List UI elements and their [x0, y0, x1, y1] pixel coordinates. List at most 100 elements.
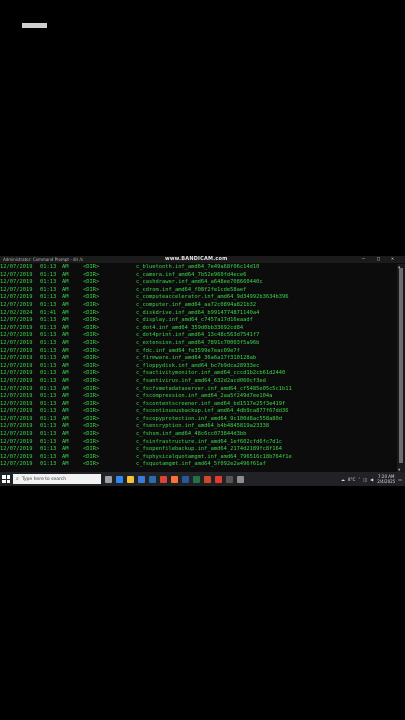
window-title: Administrator: Command Prompt - dir /s	[3, 257, 83, 262]
listing-row: 12/07/2019 01:13 AM <DIR> c_camera.inf_amd64…	[0, 272, 396, 280]
entry-ampm: AM	[62, 362, 69, 369]
entry-ampm: AM	[62, 279, 69, 286]
entry-time: 01:13	[40, 339, 57, 346]
entry-name: c_fsantivirus.inf_amd64_632d2acd060cf3ed	[136, 377, 266, 384]
weather-icon[interactable]: ☁	[341, 477, 345, 482]
entry-ampm: AM	[62, 431, 69, 438]
entry-type: <DIR>	[83, 362, 100, 369]
entry-date: 12/07/2019	[0, 423, 33, 430]
entry-name: c_camera.inf_amd64_7b52e960fd4ece6	[136, 271, 247, 278]
entry-name: c_bluetooth.inf_amd64_7e49a68f06c14d10	[136, 264, 260, 270]
entry-ampm: AM	[62, 286, 69, 293]
entry-time: 01:13	[40, 347, 57, 354]
bandicam-icon[interactable]	[215, 475, 222, 483]
listing-row: 12/07/2019 01:13 AM <DIR> c_fsphysicalquotam…	[0, 454, 396, 462]
entry-type: <DIR>	[83, 324, 100, 331]
entry-ampm: AM	[62, 377, 69, 384]
entry-type: <DIR>	[83, 355, 100, 362]
entry-time: 01:13	[40, 317, 57, 324]
cmd-icon[interactable]	[226, 475, 233, 483]
entry-name: c_computeaccelerator.inf_amd64_9d34992b3…	[136, 294, 289, 301]
task-view-icon[interactable]	[105, 475, 112, 483]
excel-icon[interactable]	[193, 475, 200, 483]
entry-date: 12/07/2019	[0, 301, 33, 308]
entry-name: c_fscfsmetadataserver.inf_amd64_cf5485e0…	[136, 385, 292, 392]
entry-date: 12/07/2019	[0, 377, 33, 384]
entry-name: c_floppydisk.inf_amd64_bc7b9dca28933ec	[136, 362, 260, 369]
listing-row: 12/07/2019 01:13 AM <DIR> c_fsquotamgmt.inf_…	[0, 461, 396, 469]
entry-ampm: AM	[62, 301, 69, 308]
taskbar-clock[interactable]: 7:20 AM 2/4/2025	[377, 474, 395, 484]
listing-row: 12/07/2019 01:13 AM <DIR> c_extension.inf_am…	[0, 340, 396, 348]
entry-name: c_cashdrawer.inf_amd64_a648ee708660440c	[136, 279, 263, 286]
entry-type: <DIR>	[83, 423, 100, 430]
settings-icon[interactable]	[237, 475, 244, 483]
listing-row: 12/07/2019 01:13 AM <DIR> c_cdrom.inf_amd64_…	[0, 287, 396, 295]
store-icon[interactable]	[138, 475, 145, 483]
listing-row: 12/07/2019 01:13 AM <DIR> c_fdc.inf_amd64_fe…	[0, 348, 396, 356]
entry-ampm: AM	[62, 294, 69, 301]
word-icon[interactable]	[182, 475, 189, 483]
entry-ampm: AM	[62, 400, 69, 407]
listing-row: 12/07/2019 01:13 AM <DIR> c_computeaccelerat…	[0, 294, 396, 302]
entry-ampm: AM	[62, 271, 69, 278]
entry-date: 12/07/2019	[0, 286, 33, 293]
mail-icon[interactable]	[149, 475, 156, 483]
listing-row: 12/07/2019 01:13 AM <DIR> c_fsopenfilebackup…	[0, 446, 396, 454]
listing-row: 12/07/2019 01:13 AM <DIR> c_fsencryption.inf…	[0, 423, 396, 431]
powerpoint-icon[interactable]	[204, 475, 211, 483]
clock-date: 2/4/2025	[377, 479, 396, 484]
entry-ampm: AM	[62, 385, 69, 392]
entry-ampm: AM	[62, 461, 69, 468]
firefox-icon[interactable]	[171, 475, 178, 483]
entry-date: 12/07/2019	[0, 264, 33, 270]
entry-date: 12/07/2019	[0, 271, 33, 278]
entry-date: 12/07/2019	[0, 415, 33, 422]
network-icon[interactable]: ◫	[363, 477, 367, 482]
entry-date: 12/07/2019	[0, 317, 33, 324]
listing-row: 12/07/2019 01:13 AM <DIR> c_dot4.inf_amd64_3…	[0, 325, 396, 333]
entry-time: 01:13	[40, 400, 57, 407]
entry-time: 01:13	[40, 294, 57, 301]
entry-type: <DIR>	[83, 415, 100, 422]
entry-time: 01:13	[40, 393, 57, 400]
scrollbar-thumb[interactable]	[399, 268, 403, 463]
windows-start-button[interactable]	[2, 475, 10, 483]
entry-time: 01:13	[40, 324, 57, 331]
entry-ampm: AM	[62, 309, 69, 316]
entry-name: c_fscompression.inf_amd64_2aa5f249d7ee10…	[136, 393, 273, 400]
entry-ampm: AM	[62, 370, 69, 377]
command-prompt-window[interactable]: Administrator: Command Prompt - dir /s w…	[0, 256, 405, 472]
title-bar[interactable]: Administrator: Command Prompt - dir /s w…	[0, 256, 405, 263]
listing-row: 12/07/2019 01:13 AM <DIR> c_fsactivitymonito…	[0, 370, 396, 378]
entry-name: c_fsphysicalquotamgmt.inf_amd64_796516c1…	[136, 453, 292, 460]
entry-type: <DIR>	[83, 339, 100, 346]
listing-row: 12/07/2019 01:13 AM <DIR> c_floppydisk.inf_a…	[0, 363, 396, 371]
entry-ampm: AM	[62, 393, 69, 400]
minimize-button[interactable]: –	[362, 256, 365, 263]
notifications-icon[interactable]: ▭	[398, 477, 402, 482]
maximize-button[interactable]: □	[377, 256, 380, 263]
listing-row: 12/07/2019 01:13 AM <DIR> c_fsantivirus.inf_…	[0, 378, 396, 386]
listing-row: 12/07/2019 01:13 AM <DIR> c_fshsm.inf_amd64_…	[0, 431, 396, 439]
show-hidden-icons-icon[interactable]: ˄	[358, 477, 360, 482]
chrome-icon[interactable]	[160, 475, 167, 483]
file-explorer-icon[interactable]	[127, 475, 134, 483]
vertical-scrollbar[interactable]: ▲ ▼	[397, 264, 405, 472]
entry-name: c_fshsm.inf_amd64_48c6cc073844d3bb	[136, 431, 247, 438]
entry-type: <DIR>	[83, 453, 100, 460]
search-icon: ⌕	[16, 476, 19, 482]
edge-icon[interactable]	[116, 475, 123, 483]
entry-time: 01:41	[40, 309, 57, 316]
entry-type: <DIR>	[83, 286, 100, 293]
volume-icon[interactable]: ◀	[370, 477, 373, 482]
entry-type: <DIR>	[83, 279, 100, 286]
close-button[interactable]: ✕	[391, 256, 394, 263]
entry-date: 12/07/2019	[0, 279, 33, 286]
entry-time: 01:13	[40, 332, 57, 339]
entry-time: 01:13	[40, 286, 57, 293]
taskbar-search-box[interactable]: ⌕ Type here to search	[13, 474, 101, 484]
entry-ampm: AM	[62, 317, 69, 324]
temperature-label[interactable]: 8°C	[348, 477, 355, 482]
entry-time: 01:13	[40, 438, 57, 445]
